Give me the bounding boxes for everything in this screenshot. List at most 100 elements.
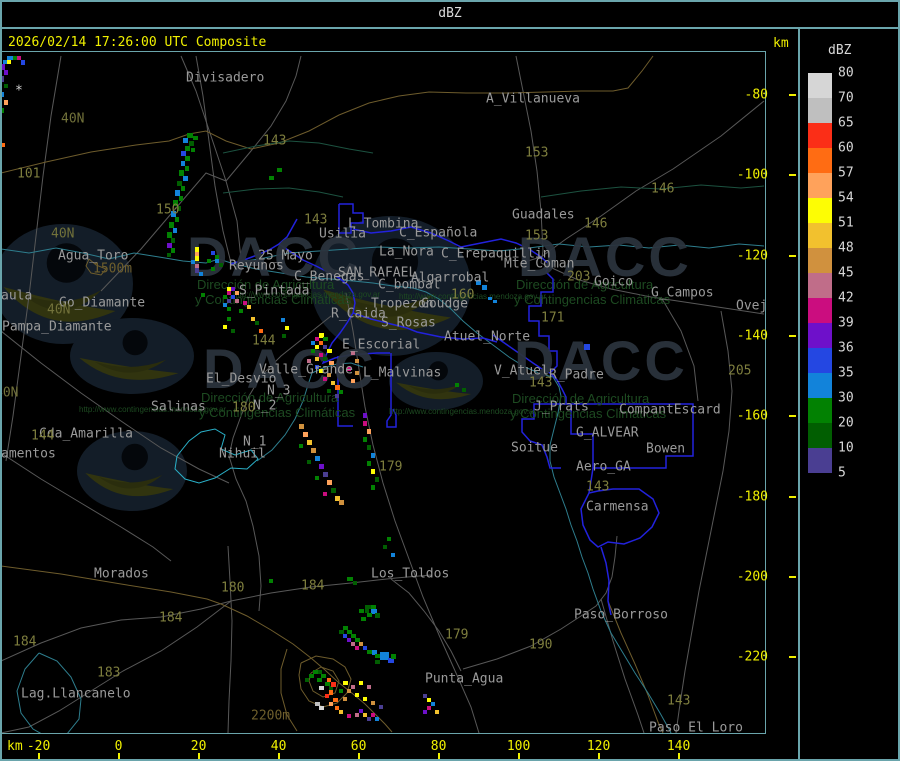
radar-echo-cell bbox=[363, 437, 367, 442]
radar-echo-cell bbox=[193, 136, 198, 140]
colorbar-level-label: 20 bbox=[838, 415, 854, 431]
radar-echo-cell bbox=[347, 689, 351, 693]
radar-echo-cell bbox=[223, 325, 227, 329]
colorbar-level-label: 80 bbox=[838, 65, 854, 81]
colorbar-level-label: 10 bbox=[838, 440, 854, 456]
radar-echo-cell bbox=[333, 698, 338, 702]
radar-echo-cell bbox=[427, 706, 431, 710]
colorbar-level-label: 39 bbox=[838, 315, 854, 331]
colorbar-swatch bbox=[808, 373, 832, 398]
radar-echo-cell bbox=[327, 349, 332, 353]
route-number-label: 179 bbox=[445, 627, 469, 643]
radar-echo-cell bbox=[343, 681, 348, 685]
place-label: Oveje bbox=[736, 298, 765, 314]
radar-echo-cell bbox=[305, 678, 309, 682]
radar-echo-cell bbox=[435, 710, 439, 714]
grid-label: 40N bbox=[51, 226, 75, 242]
radar-echo-cell bbox=[281, 318, 285, 322]
route-number-label: 160 bbox=[451, 287, 475, 303]
bottom-axis-tick-label: 20 bbox=[190, 739, 207, 754]
colorbar-swatch bbox=[808, 248, 832, 273]
route-number-label: 144 bbox=[31, 428, 55, 444]
colorbar-level-label: 45 bbox=[838, 265, 854, 281]
radar-echo-cell bbox=[307, 440, 312, 445]
radar-echo-cell bbox=[167, 253, 171, 257]
place-label: R_Caida bbox=[331, 306, 386, 322]
radar-echo-cell bbox=[219, 263, 223, 267]
radar-echo-cell bbox=[185, 156, 190, 161]
radar-echo-cell bbox=[355, 371, 359, 375]
radar-echo-cell bbox=[455, 383, 459, 387]
radar-echo-cell bbox=[259, 329, 263, 333]
grid-label: 40N bbox=[2, 385, 19, 401]
colorbar-swatch bbox=[808, 398, 832, 423]
radar-echo-cell bbox=[269, 579, 273, 583]
radar-echo-cell bbox=[315, 456, 320, 461]
page-title: dBZ bbox=[438, 6, 462, 21]
place-label: C_Española bbox=[399, 225, 478, 241]
radar-echo-cell bbox=[323, 492, 327, 496]
colorbar-title: dBZ bbox=[828, 43, 852, 58]
road-line bbox=[462, 645, 532, 670]
radar-echo-cell bbox=[335, 394, 339, 398]
place-label: Goico bbox=[594, 274, 634, 290]
radar-echo-cell bbox=[488, 297, 492, 300]
radar-echo-cell bbox=[343, 697, 347, 701]
road-line bbox=[227, 545, 233, 733]
radar-echo-cell bbox=[4, 70, 8, 75]
radar-echo-cell bbox=[179, 196, 183, 201]
radar-echo-cell bbox=[239, 309, 243, 313]
radar-echo-cell bbox=[315, 357, 319, 361]
radar-echo-cell bbox=[391, 553, 395, 557]
place-label: Los_Toldos bbox=[371, 566, 450, 582]
colorbar-level-label: 36 bbox=[838, 340, 854, 356]
radar-echo-cell bbox=[355, 713, 359, 717]
km-unit-label: km bbox=[773, 36, 789, 51]
radar-echo-cell bbox=[363, 421, 367, 426]
right-axis-tick-label: -220 bbox=[736, 649, 768, 665]
bottom-axis-tick-label: 80 bbox=[430, 739, 447, 754]
colorbar-swatch bbox=[808, 148, 832, 173]
right-axis-tick-label: -160 bbox=[736, 408, 768, 424]
right-axis-tick-label: -200 bbox=[736, 569, 768, 585]
radar-echo-cell bbox=[391, 654, 396, 659]
dacc-logo-eye-icon bbox=[77, 431, 187, 511]
place-label: Punta_Agua bbox=[425, 671, 504, 687]
colorbar-swatch bbox=[808, 173, 832, 198]
radar-echo-cell bbox=[2, 92, 4, 97]
radar-echo-cell bbox=[351, 685, 355, 689]
radar-echo-cell bbox=[371, 485, 375, 490]
radar-echo-cell bbox=[329, 690, 333, 695]
radar-echo-cell bbox=[431, 702, 435, 706]
radar-echo-cell bbox=[367, 717, 371, 721]
radar-echo-cell bbox=[323, 357, 327, 361]
bottom-axis-tick bbox=[197, 753, 200, 759]
colorbar-level-label: 54 bbox=[838, 190, 854, 206]
route-number-label: 101 bbox=[17, 166, 41, 182]
bottom-axis-tick bbox=[597, 753, 600, 759]
place-label: Atuel_Norte bbox=[444, 329, 531, 345]
colorbar-level-label: 60 bbox=[838, 140, 854, 156]
place-label: A_Villanueva bbox=[486, 91, 580, 107]
colorbar-swatch bbox=[808, 73, 832, 98]
place-label: Reyunos bbox=[229, 258, 284, 274]
route-number-label: 150 bbox=[156, 202, 180, 218]
place-label: La_Nora bbox=[379, 244, 434, 260]
bottom-axis-tick bbox=[277, 753, 280, 759]
radar-echo-cell bbox=[367, 445, 371, 450]
colorbar-swatch bbox=[808, 298, 832, 323]
place-label: R_Padre bbox=[549, 367, 604, 383]
radar-echo-cell bbox=[311, 349, 315, 353]
place-label: Morados bbox=[94, 566, 149, 582]
place-label: Carmensa bbox=[586, 499, 649, 515]
place-label: L_Malvinas bbox=[363, 365, 442, 381]
colorbar-level-label: 35 bbox=[838, 365, 854, 381]
radar-echo-cell bbox=[319, 686, 324, 690]
radar-echo-cell bbox=[2, 76, 4, 82]
colorbar-swatch bbox=[808, 423, 832, 448]
place-label: amentos bbox=[1, 446, 56, 462]
place-label: Pampa_Diamante bbox=[2, 319, 112, 335]
right-axis-tick bbox=[789, 575, 796, 578]
place-label: Guadales bbox=[512, 207, 575, 223]
dacc-logo-eye-icon bbox=[389, 352, 483, 410]
